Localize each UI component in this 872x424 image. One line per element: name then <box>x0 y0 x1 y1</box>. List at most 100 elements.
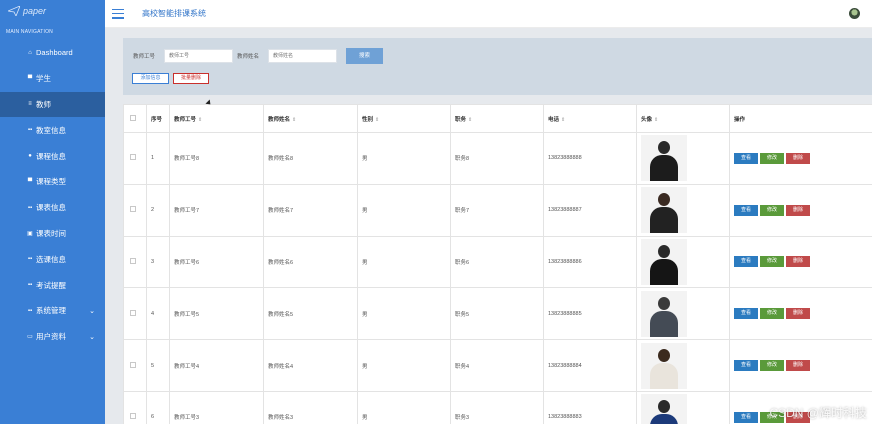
col-header-phone[interactable]: 电话 ⇕ <box>543 104 637 133</box>
sidebar-item-label: 用户资料 <box>36 332 66 342</box>
cell-gender: 男 <box>357 235 451 289</box>
delete-button[interactable]: 删除 <box>786 204 810 216</box>
view-button[interactable]: 查看 <box>734 308 758 320</box>
delete-button[interactable]: 删除 <box>786 152 810 164</box>
cell-teacher-id: 教师工号6 <box>169 235 264 289</box>
cell-teacher-name: 教师姓名3 <box>263 390 358 424</box>
system-title: 高校智能排课系统 <box>142 9 206 18</box>
view-button[interactable]: 查看 <box>734 256 758 268</box>
sidebar-item-2[interactable]: ≡ 教师 <box>0 91 113 118</box>
cell-teacher-id: 教师工号4 <box>169 339 264 392</box>
row-checkbox[interactable] <box>130 413 136 420</box>
view-button[interactable]: 查看 <box>734 411 758 423</box>
sidebar-item-10[interactable]: ▪▪ 系统管理 ⌄ <box>0 298 105 324</box>
cell-teacher-name: 教师姓名8 <box>263 132 358 185</box>
col-header-avatar[interactable]: 头像 ⇕ <box>636 104 730 133</box>
teacher-name-input[interactable] <box>268 49 337 63</box>
user-avatar[interactable] <box>849 8 860 19</box>
sidebar-item-6[interactable]: ▪▪ 课表信息 <box>0 195 105 221</box>
view-button[interactable]: 查看 <box>734 152 758 164</box>
teacher-avatar-image <box>641 342 687 389</box>
teacher-avatar-image <box>641 135 687 182</box>
edit-button[interactable]: 修改 <box>760 308 784 320</box>
col-header-index: 序号 <box>146 104 170 133</box>
cell-phone: 13823888885 <box>543 287 637 341</box>
sidebar-item-5[interactable]: ▀ 课程类型 <box>0 169 105 195</box>
cell-post: 职务6 <box>450 235 544 289</box>
batch-delete-button[interactable]: 批量删除 <box>173 73 209 84</box>
cell-index: 4 <box>146 287 170 341</box>
tag-icon: ▀ <box>27 178 33 185</box>
table-row[interactable]: 3 教师工号6 教师姓名6 男职务6 13823888886 查看 修改 删除 <box>123 235 872 289</box>
sidebar-item-1[interactable]: ▀ 学生 <box>0 66 105 92</box>
teacher-avatar-image <box>641 238 687 285</box>
col-header-teacher-name[interactable]: 教师姓名 ⇕ <box>263 104 358 133</box>
sidebar-item-0[interactable]: ⌂ Dashboard <box>0 40 105 66</box>
sidebar-item-9[interactable]: ▪▪ 考试提醒 <box>0 272 105 298</box>
view-button[interactable]: 查看 <box>734 204 758 216</box>
sort-icon[interactable]: ⇕ <box>468 117 472 123</box>
sidebar-item-label: 教室信息 <box>36 125 66 135</box>
teacher-avatar-image <box>641 394 687 424</box>
cell-index: 6 <box>146 390 170 424</box>
view-button[interactable]: 查看 <box>734 360 758 372</box>
sort-icon[interactable]: ⇕ <box>561 117 565 123</box>
col-header-post[interactable]: 职务 ⇕ <box>450 104 544 133</box>
sidebar-item-7[interactable]: ▣ 课表时间 <box>0 221 105 247</box>
sidebar-item-11[interactable]: ▭ 用户资料 ⌄ <box>0 324 105 350</box>
brand[interactable]: paper <box>0 0 105 22</box>
sidebar-item-8[interactable]: ▪▪ 选课信息 <box>0 246 105 272</box>
row-checkbox[interactable] <box>130 257 136 264</box>
grid-icon: ▪▪ <box>27 127 33 134</box>
col-header-teacher-id[interactable]: 教师工号 ⇕ <box>169 104 264 133</box>
row-checkbox[interactable] <box>130 361 136 368</box>
sort-icon[interactable]: ⇕ <box>198 117 202 123</box>
sidebar-item-label: 系统管理 <box>36 306 66 316</box>
col-header-gender[interactable]: 性别 ⇕ <box>357 104 451 133</box>
cell-actions: 查看 修改 删除 <box>729 339 872 392</box>
row-checkbox[interactable] <box>130 154 136 161</box>
nav-heading: MAIN NAVIGATION <box>6 29 53 35</box>
chevron-down-icon: ⌄ <box>89 307 95 315</box>
edit-button[interactable]: 修改 <box>760 256 784 268</box>
table-row[interactable]: 6 教师工号3 教师姓名3 男职务3 13823888883 查看 修改 删除 <box>123 390 872 424</box>
sidebar-item-4[interactable]: ● 课程信息 <box>0 143 105 169</box>
cell-teacher-name: 教师姓名7 <box>263 183 358 237</box>
cell-teacher-name: 教师姓名4 <box>263 339 358 392</box>
cell-teacher-name: 教师姓名5 <box>263 287 358 341</box>
table-row[interactable]: 1 教师工号8 教师姓名8 男职务8 13823888888 查看 修改 删除 <box>123 132 872 185</box>
cell-teacher-id: 教师工号7 <box>169 183 264 237</box>
delete-button[interactable]: 删除 <box>786 308 810 320</box>
edit-button[interactable]: 修改 <box>760 152 784 164</box>
table-row[interactable]: 5 教师工号4 教师姓名4 男职务4 13823888884 查看 修改 删除 <box>123 339 872 392</box>
table-row[interactable]: 4 教师工号5 教师姓名5 男职务5 13823888885 查看 修改 删除 <box>123 287 872 341</box>
profile-icon: ▭ <box>27 334 33 341</box>
row-checkbox[interactable] <box>130 206 136 213</box>
edit-button[interactable]: 修改 <box>760 360 784 372</box>
menu-toggle-icon[interactable] <box>112 8 124 19</box>
cell-avatar <box>636 132 730 185</box>
edit-button[interactable]: 修改 <box>760 204 784 216</box>
sort-icon[interactable]: ⇕ <box>375 117 379 123</box>
select-all-checkbox[interactable] <box>130 114 136 121</box>
table-row[interactable]: 2 教师工号7 教师姓名7 男职务7 13823888887 查看 修改 删除 <box>123 183 872 237</box>
sort-icon[interactable]: ⇕ <box>292 117 296 123</box>
teacher-id-input[interactable] <box>164 49 233 63</box>
cell-gender: 男 <box>357 339 451 392</box>
grid-icon: ▪▪ <box>27 256 33 263</box>
checkbox-cell <box>123 339 147 392</box>
cell-index: 5 <box>146 339 170 392</box>
teacher-avatar-image <box>641 290 687 337</box>
sort-icon[interactable]: ⇕ <box>654 117 658 123</box>
add-button[interactable]: 添加信息 <box>132 73 169 84</box>
cell-avatar <box>636 390 730 424</box>
delete-button[interactable]: 删除 <box>786 256 810 268</box>
table-header-row: 序号 教师工号 ⇕ 教师姓名 ⇕ 性别 ⇕ 职务 ⇕ 电话 ⇕ 头像 ⇕ 操作 <box>123 104 872 133</box>
search-button[interactable]: 搜索 <box>346 48 383 64</box>
delete-button[interactable]: 删除 <box>786 360 810 372</box>
select-all-cell <box>123 104 147 133</box>
sidebar-item-3[interactable]: ▪▪ 教室信息 <box>0 117 105 143</box>
cell-gender: 男 <box>357 183 451 237</box>
checkbox-cell <box>123 390 147 424</box>
row-checkbox[interactable] <box>130 309 136 316</box>
